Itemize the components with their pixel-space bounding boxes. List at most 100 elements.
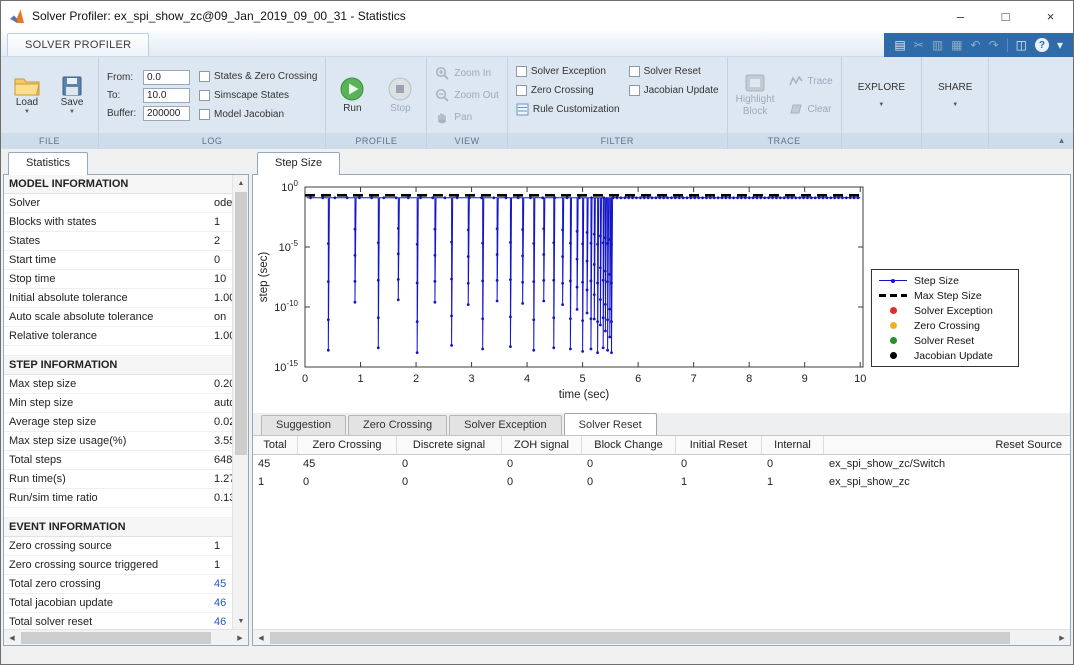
share-button[interactable]: SHARE ▼: [930, 82, 980, 108]
stat-label: Total jacobian update: [9, 597, 214, 609]
maximize-button[interactable]: □: [983, 1, 1028, 31]
undo-icon[interactable]: ↶: [971, 39, 981, 51]
stat-label: Average step size: [9, 416, 214, 428]
stats-row[interactable]: Stop time10: [4, 270, 232, 289]
stats-row[interactable]: Zero crossing source triggered1: [4, 556, 232, 575]
stats-row[interactable]: States2: [4, 232, 232, 251]
stats-row[interactable]: Run/sim time ratio0.13: [4, 489, 232, 508]
stats-row[interactable]: Auto scale absolute toleranceon: [4, 308, 232, 327]
stats-row[interactable]: Total jacobian update46: [4, 594, 232, 613]
stats-row[interactable]: Relative tolerance1.00: [4, 327, 232, 346]
stats-row[interactable]: Total solver reset46: [4, 613, 232, 629]
copy-icon[interactable]: ▥: [932, 39, 943, 51]
stats-row[interactable]: Zero crossing source1: [4, 537, 232, 556]
states-zero-crossing-checkbox[interactable]: States & Zero Crossing: [199, 70, 317, 83]
column-header[interactable]: Internal: [762, 436, 824, 454]
from-input[interactable]: [143, 70, 190, 85]
save-quick-icon[interactable]: ▤: [894, 39, 905, 51]
stats-row[interactable]: Min step sizeauto: [4, 394, 232, 413]
tab-statistics[interactable]: Statistics: [8, 152, 88, 175]
explore-button[interactable]: EXPLORE ▼: [850, 82, 913, 108]
stats-row[interactable]: Solverode: [4, 194, 232, 213]
tab-solver-profiler[interactable]: SOLVER PROFILER: [7, 33, 149, 56]
minimize-button[interactable]: –: [938, 1, 983, 31]
stop-button[interactable]: Stop: [382, 76, 418, 114]
zoom-out-icon: [435, 88, 449, 102]
scroll-thumb[interactable]: [270, 632, 1010, 644]
tab-suggestion[interactable]: Suggestion: [261, 415, 346, 435]
tab-step-size[interactable]: Step Size: [257, 152, 340, 175]
model-jacobian-checkbox[interactable]: Model Jacobian: [199, 108, 317, 121]
rule-customization-button[interactable]: Rule Customization: [516, 103, 620, 116]
solver-exception-checkbox[interactable]: Solver Exception: [516, 65, 620, 78]
stats-row[interactable]: Total steps648: [4, 451, 232, 470]
titlebar: Solver Profiler: ex_spi_show_zc@09_Jan_2…: [1, 1, 1073, 31]
stats-row[interactable]: Max step size0.20: [4, 375, 232, 394]
window-title: Solver Profiler: ex_spi_show_zc@09_Jan_2…: [32, 9, 406, 23]
stats-row[interactable]: Total zero crossing45: [4, 575, 232, 594]
collapse-ribbon-icon[interactable]: ▲: [1058, 133, 1066, 149]
column-header[interactable]: ZOH signal: [502, 436, 582, 454]
scroll-left-arrow[interactable]: ◀: [4, 630, 20, 646]
stat-value[interactable]: 46: [214, 616, 232, 628]
table-row[interactable]: 1000011ex_spi_show_zc: [253, 473, 1070, 491]
scroll-right-arrow[interactable]: ▶: [232, 630, 248, 646]
jacobian-update-checkbox[interactable]: Jacobian Update: [629, 84, 719, 97]
stat-value[interactable]: 45: [214, 578, 232, 590]
table-row[interactable]: 454500000ex_spi_show_zc/Switch: [253, 455, 1070, 473]
clear-label: Clear: [808, 104, 832, 115]
pan-button[interactable]: Pan: [435, 110, 498, 124]
simscape-states-checkbox[interactable]: Simscape States: [199, 89, 317, 102]
column-header[interactable]: Zero Crossing: [298, 436, 397, 454]
ribbon-section-label-share: [922, 133, 988, 149]
stats-row[interactable]: Start time0: [4, 251, 232, 270]
solver-reset-checkbox[interactable]: Solver Reset: [629, 65, 719, 78]
zoom-in-button[interactable]: Zoom In: [435, 66, 498, 80]
load-button[interactable]: Load ▼: [9, 76, 45, 115]
svg-text:6: 6: [635, 373, 641, 385]
scroll-thumb[interactable]: [21, 632, 211, 644]
scroll-right-arrow[interactable]: ▶: [1054, 630, 1070, 646]
save-button[interactable]: Save ▼: [54, 76, 90, 115]
zero-crossing-checkbox[interactable]: Zero Crossing: [516, 84, 620, 97]
column-header[interactable]: Discrete signal: [397, 436, 502, 454]
clear-button[interactable]: Clear: [789, 103, 833, 115]
layout-icon[interactable]: ◫: [1016, 39, 1027, 51]
column-header[interactable]: Total: [253, 436, 298, 454]
column-header[interactable]: Reset Source: [824, 436, 1070, 454]
trace-button[interactable]: Trace: [789, 75, 833, 87]
column-header[interactable]: Initial Reset: [676, 436, 762, 454]
tab-zero-crossing[interactable]: Zero Crossing: [348, 415, 447, 435]
dock-icon[interactable]: ▾: [1057, 39, 1063, 51]
statistics-table: MODEL INFORMATIONSolverodeBlocks with st…: [4, 175, 232, 629]
to-input[interactable]: [143, 88, 190, 103]
column-header[interactable]: Block Change: [582, 436, 676, 454]
stats-row[interactable]: Average step size0.02: [4, 413, 232, 432]
redo-icon[interactable]: ↷: [989, 39, 999, 51]
scroll-left-arrow[interactable]: ◀: [253, 630, 269, 646]
svg-text:10-10: 10-10: [274, 299, 298, 314]
scroll-up-arrow[interactable]: ▲: [233, 175, 249, 191]
stat-label: Total steps: [9, 454, 214, 466]
zoom-out-button[interactable]: Zoom Out: [435, 88, 498, 102]
highlight-block-button[interactable]: Highlight Block: [736, 73, 775, 117]
stats-row[interactable]: Run time(s)1.27: [4, 470, 232, 489]
statistics-horizontal-scrollbar[interactable]: ◀ ▶: [4, 629, 248, 645]
stats-row[interactable]: Max step size usage(%)3.55: [4, 432, 232, 451]
statistics-vertical-scrollbar[interactable]: ▲ ▼: [232, 175, 248, 629]
close-button[interactable]: ×: [1028, 1, 1073, 31]
buffer-input[interactable]: [143, 106, 190, 121]
stat-value[interactable]: 46: [214, 597, 232, 609]
step-size-tab-strip: Step Size: [252, 151, 1071, 174]
scroll-thumb[interactable]: [235, 192, 247, 455]
cut-icon[interactable]: ✂: [914, 39, 924, 51]
chart-horizontal-scrollbar[interactable]: ◀ ▶: [253, 629, 1070, 645]
stats-row[interactable]: Blocks with states1: [4, 213, 232, 232]
tab-solver-exception[interactable]: Solver Exception: [449, 415, 562, 435]
tab-solver-reset[interactable]: Solver Reset: [564, 413, 657, 435]
paste-icon[interactable]: ▦: [951, 39, 962, 51]
help-icon[interactable]: ?: [1035, 38, 1049, 52]
scroll-down-arrow[interactable]: ▼: [233, 613, 249, 629]
stats-row[interactable]: Initial absolute tolerance1.00: [4, 289, 232, 308]
run-button[interactable]: Run: [334, 76, 370, 114]
